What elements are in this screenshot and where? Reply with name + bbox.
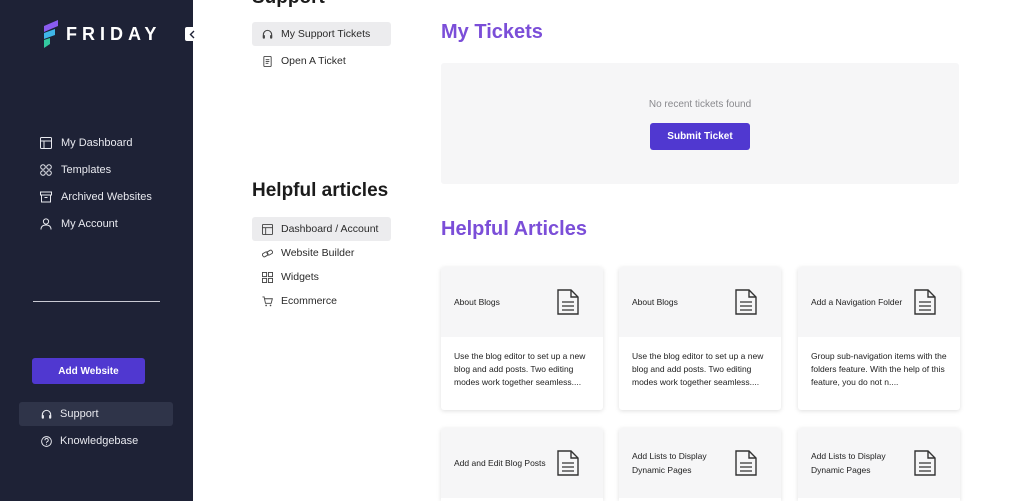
sidebar-item-label: Knowledgebase [60, 435, 139, 447]
headset-icon [262, 29, 273, 39]
user-icon [40, 217, 52, 230]
helpful-item-label: Dashboard / Account [281, 223, 379, 235]
sidebar-item-label: Archived Websites [61, 190, 152, 203]
support-item-label: My Support Tickets [281, 28, 371, 40]
helpful-item-label: Website Builder [281, 247, 355, 259]
helpful-item-dashboard-account[interactable]: Dashboard / Account [252, 217, 391, 241]
add-website-button[interactable]: Add Website [32, 358, 145, 384]
layout-icon [262, 223, 273, 235]
chevron-left-icon [189, 30, 194, 38]
article-card-title: About Blogs [632, 297, 678, 307]
support-item-open-a-ticket[interactable]: Open A Ticket [252, 49, 391, 73]
no-tickets-message: No recent tickets found [648, 99, 752, 110]
helpful-articles-heading: Helpful Articles [441, 218, 587, 240]
helpful-item-widgets[interactable]: Widgets [252, 265, 391, 289]
tickets-panel: No recent tickets found Submit Ticket [441, 63, 959, 184]
article-card-header: About Blogs [619, 267, 781, 337]
article-card[interactable]: About Blogs Use the blog editor to set u… [619, 267, 781, 410]
helpful-item-website-builder[interactable]: Website Builder [252, 241, 391, 265]
document-icon [263, 55, 272, 67]
document-icon [914, 289, 936, 315]
support-title: Support [252, 0, 325, 9]
sidebar-item-label: My Account [61, 217, 118, 230]
article-card-header: Add and Edit Blog Posts [441, 428, 603, 498]
article-card-header: Add a Navigation Folder [798, 267, 960, 337]
sidebar: FRIDAY My Dashboard Templates Archived W… [0, 0, 193, 501]
article-card[interactable]: Add Lists to Display Dynamic Pages [798, 428, 960, 501]
document-icon [735, 289, 757, 315]
helpful-articles-title: Helpful articles [252, 180, 389, 201]
archive-icon [40, 191, 52, 202]
sidebar-item-archived-websites[interactable]: Archived Websites [40, 183, 152, 210]
article-card-title: Add Lists to Display Dynamic Pages [632, 451, 707, 475]
support-item-my-support-tickets[interactable]: My Support Tickets [252, 22, 391, 46]
helpful-item-label: Ecommerce [281, 295, 338, 307]
submit-ticket-button[interactable]: Submit Ticket [650, 123, 750, 150]
sidebar-divider [33, 301, 160, 302]
question-circle-icon [41, 435, 52, 447]
headset-icon [41, 409, 52, 419]
article-card-title: About Blogs [454, 297, 500, 307]
document-icon [735, 450, 757, 476]
collapse-sidebar-button[interactable] [185, 27, 199, 41]
article-card-description: Use the blog editor to set up a new blog… [454, 351, 586, 387]
article-card[interactable]: Add Lists to Display Dynamic Pages [619, 428, 781, 501]
sidebar-item-my-account[interactable]: My Account [40, 210, 152, 237]
cart-icon [262, 295, 273, 306]
sidebar-item-label: Support [60, 408, 99, 420]
support-item-label: Open A Ticket [281, 55, 346, 67]
widgets-icon [262, 271, 273, 283]
my-tickets-heading: My Tickets [441, 21, 543, 43]
sidebar-bottom-nav: Support Knowledgebase [19, 402, 173, 456]
sidebar-item-dashboard[interactable]: My Dashboard [40, 129, 152, 156]
sidebar-item-label: Templates [61, 163, 112, 176]
sidebar-item-templates[interactable]: Templates [40, 156, 152, 183]
article-card-header: About Blogs [441, 267, 603, 337]
logo[interactable]: FRIDAY [44, 20, 161, 48]
support-nav: My Support Tickets Open A Ticket [252, 22, 391, 73]
sidebar-nav: My Dashboard Templates Archived Websites… [40, 129, 152, 237]
sidebar-item-knowledgebase[interactable]: Knowledgebase [19, 429, 173, 453]
sidebar-item-label: My Dashboard [61, 136, 133, 149]
article-card-title: Add a Navigation Folder [811, 297, 903, 307]
builder-icon [262, 249, 273, 257]
article-card-title: Add Lists to Display Dynamic Pages [811, 451, 886, 475]
sidebar-item-support[interactable]: Support [19, 402, 173, 426]
helpful-nav: Dashboard / Account Website Builder Widg… [252, 217, 391, 313]
friday-logo-icon [44, 20, 58, 48]
article-card[interactable]: Add a Navigation Folder Group sub-naviga… [798, 267, 960, 410]
article-card-header: Add Lists to Display Dynamic Pages [619, 428, 781, 498]
article-card[interactable]: Add and Edit Blog Posts [441, 428, 603, 501]
templates-icon [40, 163, 52, 176]
document-icon [557, 450, 579, 476]
document-icon [914, 450, 936, 476]
dashboard-icon [40, 136, 52, 149]
article-card[interactable]: About Blogs Use the blog editor to set u… [441, 267, 603, 410]
article-card-description: Group sub-navigation items with the fold… [811, 351, 947, 387]
document-icon [557, 289, 579, 315]
helpful-item-ecommerce[interactable]: Ecommerce [252, 289, 391, 313]
article-card-title: Add and Edit Blog Posts [454, 458, 546, 468]
article-card-description: Use the blog editor to set up a new blog… [632, 351, 764, 387]
brand-name: FRIDAY [66, 23, 162, 44]
helpful-item-label: Widgets [281, 271, 319, 283]
article-card-header: Add Lists to Display Dynamic Pages [798, 428, 960, 498]
